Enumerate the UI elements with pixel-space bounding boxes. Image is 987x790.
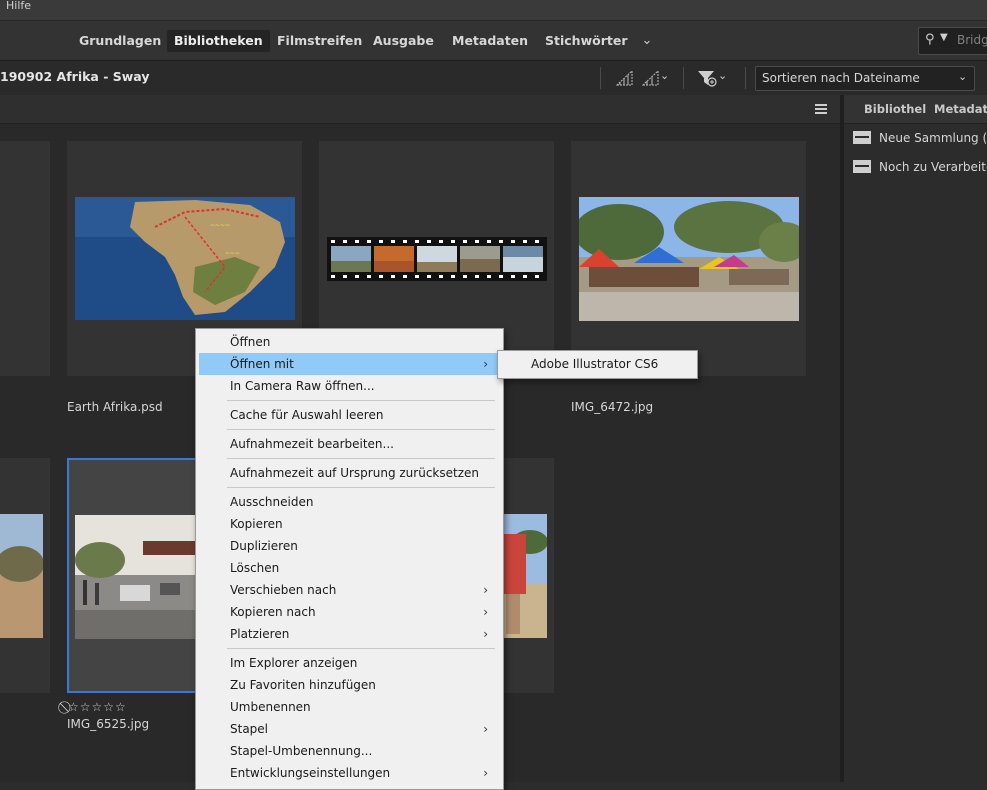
panel-tab-bar: Bibliothel Metadat bbox=[844, 95, 987, 124]
workspace-tab-stichwoerter[interactable]: Stichwörter bbox=[538, 30, 635, 52]
menu-item-stapel[interactable]: Stapel › bbox=[199, 718, 498, 740]
market-thumbnail-image bbox=[579, 197, 799, 321]
menu-separator bbox=[227, 400, 495, 401]
panel-menu-icon[interactable] bbox=[815, 104, 827, 114]
menu-item-im-explorer-anzeigen[interactable]: Im Explorer anzeigen bbox=[199, 652, 498, 674]
workspace-tab-ausgabe[interactable]: Ausgabe bbox=[366, 30, 441, 52]
workspace-more-chevron-icon[interactable]: ⌄ bbox=[636, 30, 658, 52]
tab-metadaten[interactable]: Metadat bbox=[934, 102, 987, 116]
open-with-submenu: Adobe Illustrator CS6 bbox=[497, 350, 698, 379]
menu-item-stapel-umbenennung[interactable]: Stapel-Umbenennung... bbox=[199, 740, 498, 762]
svg-text:~~~: ~~~ bbox=[225, 250, 240, 257]
content-panel-header bbox=[0, 95, 840, 124]
quality-filter-icon[interactable] bbox=[642, 70, 660, 86]
submenu-item-adobe-illustrator[interactable]: Adobe Illustrator CS6 bbox=[531, 357, 658, 371]
workspace-tab-metadaten[interactable]: Metadaten bbox=[445, 30, 535, 52]
sort-select-value: Sortieren nach Dateiname bbox=[762, 71, 920, 85]
menu-separator bbox=[227, 648, 495, 649]
rating-stars[interactable]: ⃠☆☆☆☆☆ bbox=[67, 700, 127, 715]
thumbnail-cell[interactable] bbox=[497, 458, 554, 693]
menu-item-camera-raw[interactable]: In Camera Raw öffnen... bbox=[199, 375, 498, 397]
file-name-label: Earth Afrika.psd bbox=[67, 400, 163, 414]
chevron-right-icon: › bbox=[483, 627, 488, 641]
toolbar-divider bbox=[600, 67, 601, 89]
menu-item-umbenennen[interactable]: Umbenennen bbox=[199, 696, 498, 718]
path-bar: 190902 Afrika - Sway ⌄ ⌄ Sortieren nach … bbox=[0, 60, 987, 96]
workspace-tab-grundlagen[interactable]: Grundlagen bbox=[72, 30, 168, 52]
sort-select[interactable]: Sortieren nach Dateiname ⌄ bbox=[755, 66, 975, 91]
map-thumbnail-image: ~~~~ ~~~ bbox=[75, 197, 295, 320]
collection-icon bbox=[853, 160, 871, 173]
menu-hilfe[interactable]: Hilfe bbox=[6, 0, 31, 12]
photo-thumbnail-image bbox=[0, 514, 43, 638]
menu-separator bbox=[227, 429, 495, 430]
menu-item-aufnahmezeit-bearbeiten[interactable]: Aufnahmezeit bearbeiten... bbox=[199, 433, 498, 455]
street-thumbnail-image bbox=[75, 515, 197, 639]
menu-separator bbox=[227, 487, 495, 488]
chevron-down-icon: ⌄ bbox=[958, 70, 968, 83]
tab-bibliothek[interactable]: Bibliothel bbox=[864, 102, 926, 116]
chevron-right-icon: › bbox=[483, 605, 488, 619]
menu-item-loeschen[interactable]: Löschen bbox=[199, 557, 498, 579]
menu-item-kopieren[interactable]: Kopieren bbox=[199, 513, 498, 535]
workspace-tab-bibliotheken[interactable]: Bibliotheken bbox=[167, 30, 270, 52]
filmstrip-thumbnail-image bbox=[327, 237, 547, 281]
menu-item-oeffnen[interactable]: Öffnen bbox=[199, 331, 498, 353]
toolbar-divider bbox=[683, 67, 684, 89]
workspace-bar: Grundlagen Bibliotheken Filmstreifen Aus… bbox=[0, 21, 987, 60]
menu-item-duplizieren[interactable]: Duplizieren bbox=[199, 535, 498, 557]
filter-icon[interactable] bbox=[697, 69, 717, 87]
selected-thumbnail-cell[interactable] bbox=[67, 458, 197, 693]
menu-item-platzieren[interactable]: Platzieren › bbox=[199, 623, 498, 645]
search-input[interactable]: ⚲ ▼ Bridg bbox=[918, 27, 987, 55]
thumbnail-cell[interactable] bbox=[0, 458, 50, 693]
menu-item-entwicklungseinstellungen[interactable]: Entwicklungseinstellungen › bbox=[199, 762, 498, 784]
folder-path-title[interactable]: 190902 Afrika - Sway bbox=[0, 69, 150, 84]
collection-item[interactable]: Noch zu Verarbeiten bbox=[853, 160, 987, 174]
rating-filter-icon[interactable] bbox=[616, 70, 634, 86]
svg-text:~~~~: ~~~~ bbox=[210, 222, 230, 229]
collections-panel: Bibliothel Metadat Neue Sammlung (0) Noc… bbox=[844, 95, 987, 782]
search-placeholder: Bridg bbox=[957, 33, 987, 47]
menu-bar: Hilfe bbox=[0, 0, 987, 21]
chevron-right-icon: › bbox=[483, 583, 488, 597]
chevron-down-icon[interactable]: ▼ bbox=[940, 32, 948, 43]
chevron-down-icon[interactable]: ⌄ bbox=[660, 69, 669, 82]
menu-item-aufnahmezeit-zuruecksetzen[interactable]: Aufnahmezeit auf Ursprung zurücksetzen bbox=[199, 462, 498, 484]
collection-label: Noch zu Verarbeiten bbox=[879, 160, 987, 174]
collection-icon bbox=[853, 131, 871, 144]
chevron-right-icon: › bbox=[483, 722, 488, 736]
chevron-right-icon: › bbox=[483, 357, 488, 371]
search-icon: ⚲ bbox=[925, 32, 935, 47]
file-name-label: IMG_6525.jpg bbox=[67, 717, 150, 731]
collection-label: Neue Sammlung (0) bbox=[879, 131, 987, 145]
menu-item-zu-favoriten[interactable]: Zu Favoriten hinzufügen bbox=[199, 674, 498, 696]
menu-item-ausschneiden[interactable]: Ausschneiden bbox=[199, 491, 498, 513]
file-name-label: IMG_6472.jpg bbox=[571, 400, 654, 414]
menu-separator bbox=[227, 458, 495, 459]
thumbnail-cell[interactable] bbox=[0, 141, 50, 376]
thumbnail-cell[interactable] bbox=[571, 141, 806, 376]
menu-item-verschieben-nach[interactable]: Verschieben nach › bbox=[199, 579, 498, 601]
chevron-down-icon[interactable]: ⌄ bbox=[718, 69, 727, 82]
collection-item[interactable]: Neue Sammlung (0) bbox=[853, 131, 987, 145]
photo-thumbnail-image bbox=[502, 514, 547, 638]
menu-item-cache-leeren[interactable]: Cache für Auswahl leeren bbox=[199, 404, 498, 426]
chevron-right-icon: › bbox=[483, 766, 488, 780]
menu-item-kopieren-nach[interactable]: Kopieren nach › bbox=[199, 601, 498, 623]
menu-item-oeffnen-mit[interactable]: Öffnen mit › bbox=[199, 353, 498, 375]
workspace-tab-filmstreifen[interactable]: Filmstreifen bbox=[270, 30, 369, 52]
toolbar-divider bbox=[745, 67, 746, 89]
context-menu: Öffnen Öffnen mit › In Camera Raw öffnen.… bbox=[195, 328, 504, 790]
